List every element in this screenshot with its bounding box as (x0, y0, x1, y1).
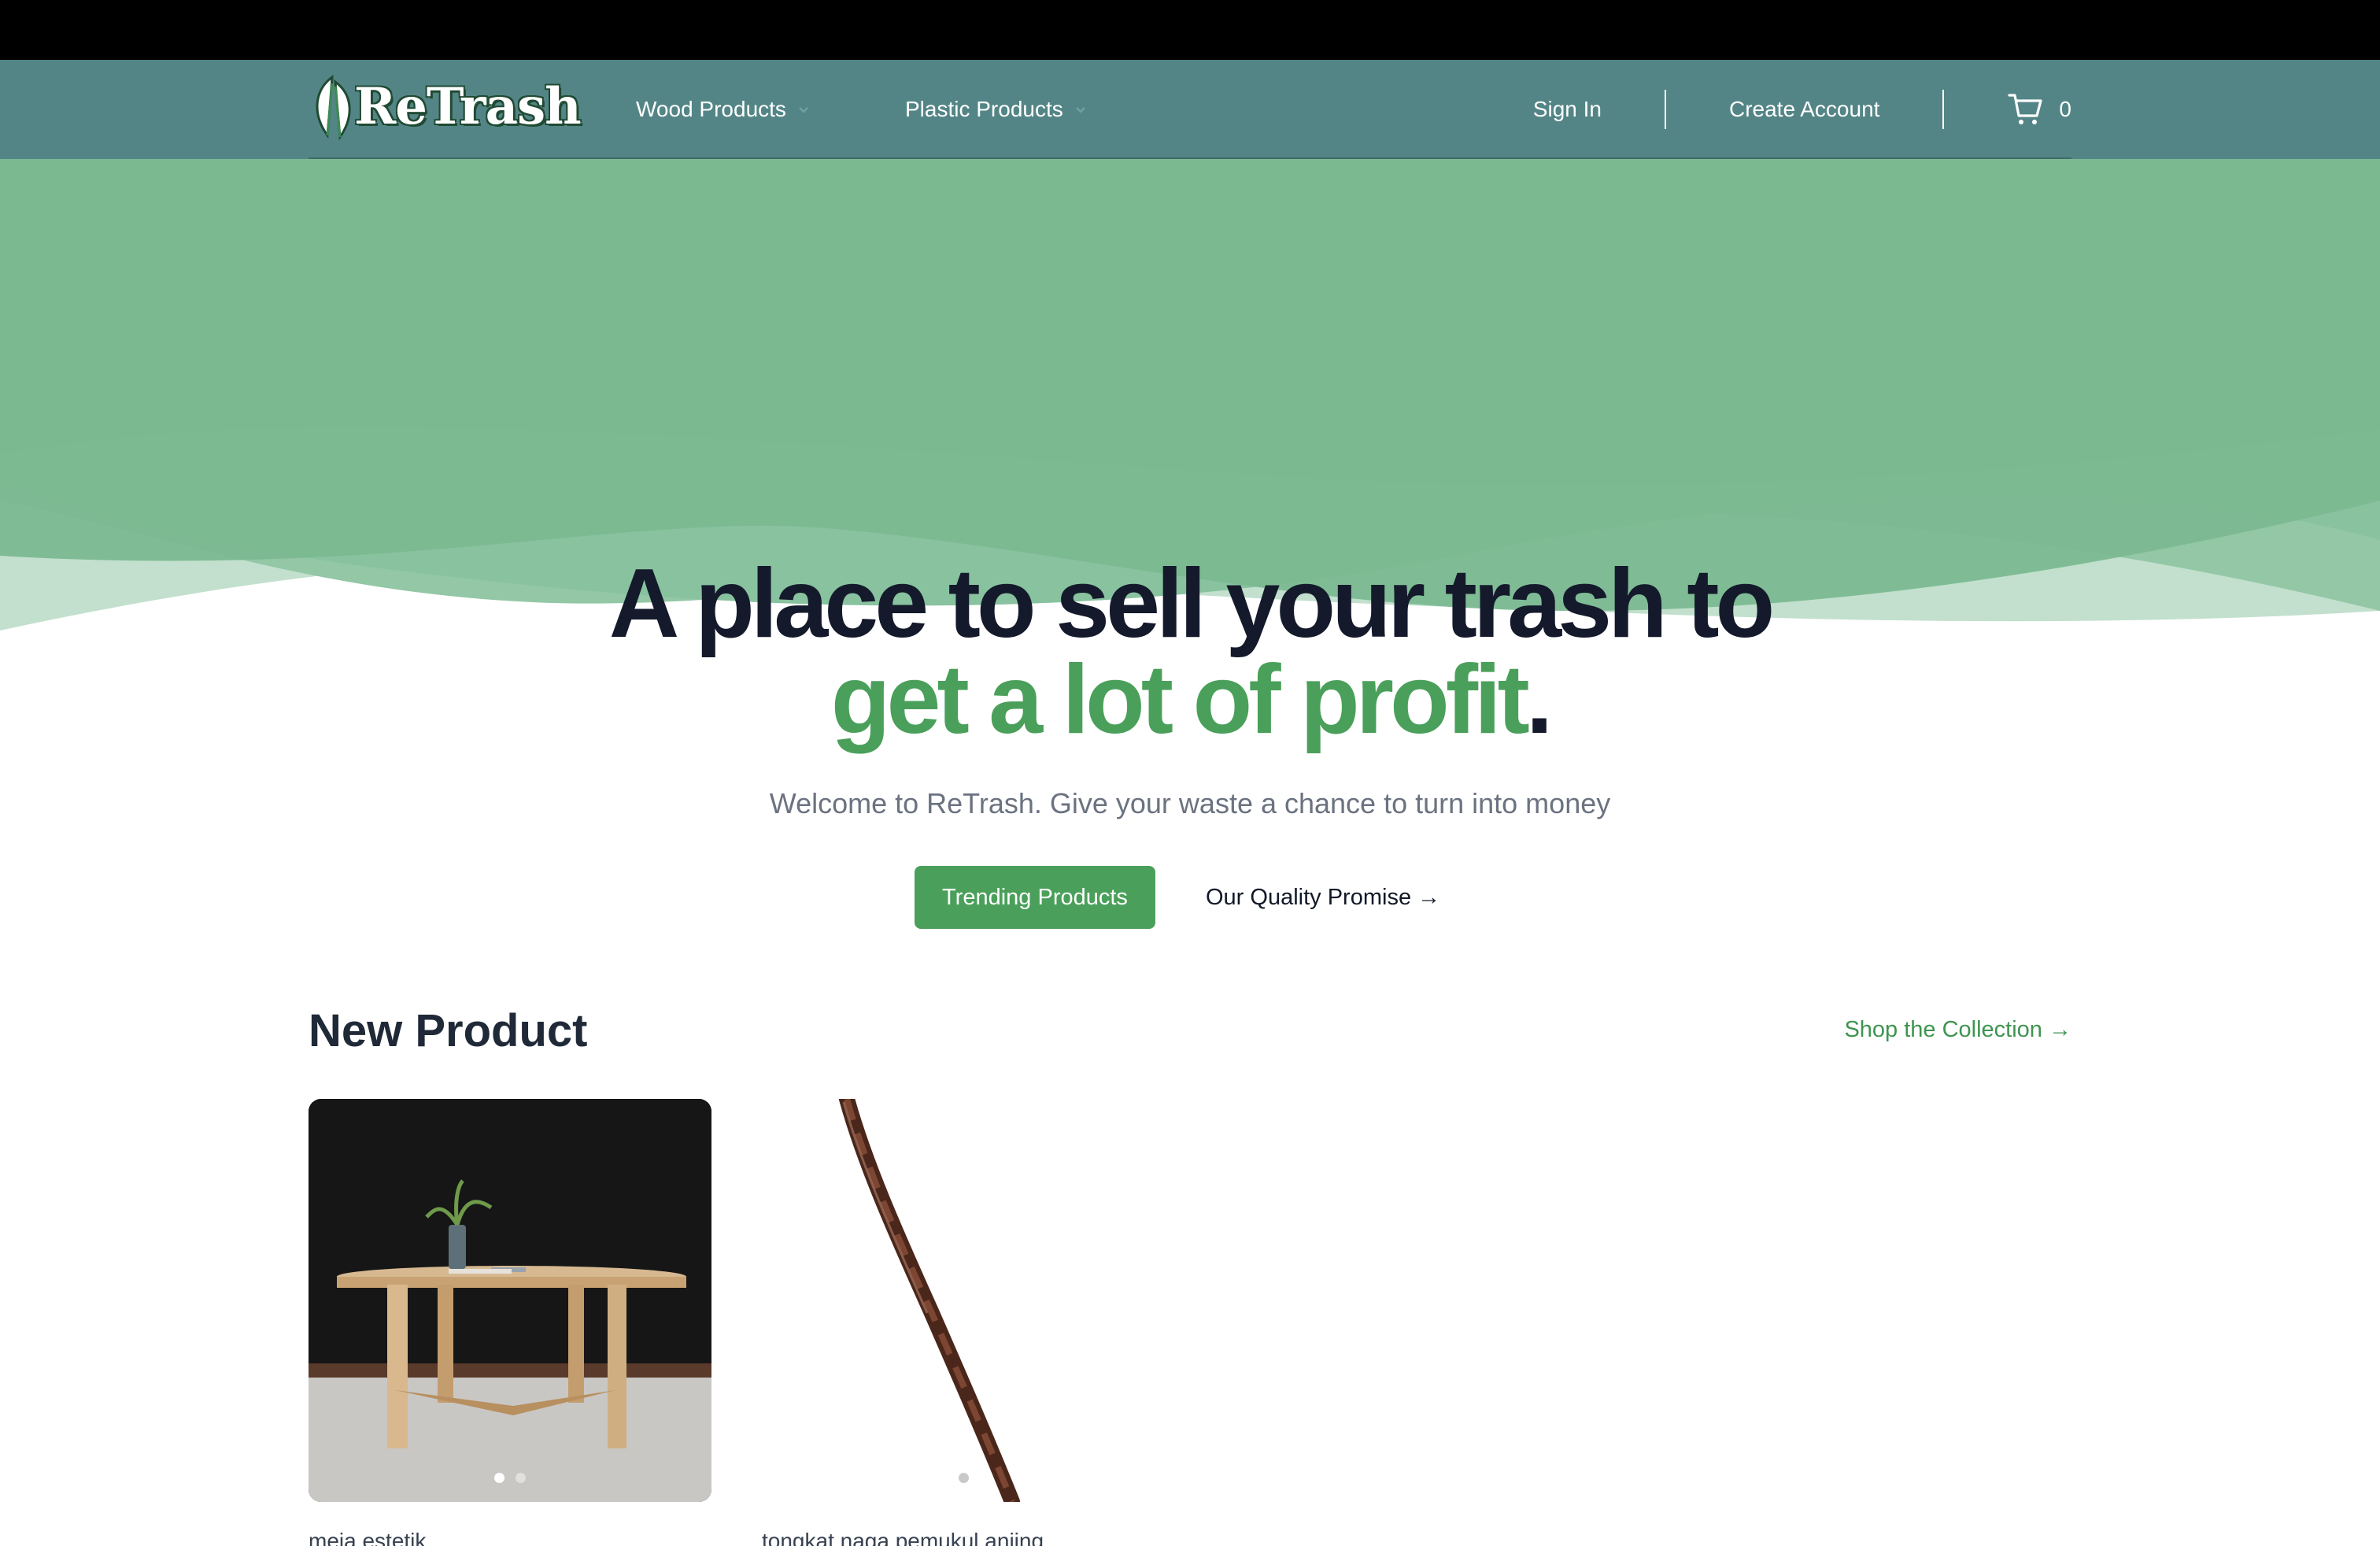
product-image[interactable] (309, 1099, 711, 1502)
wood-products-menu[interactable]: Wood Products (636, 60, 811, 159)
account-nav: Sign In Create Account 0 (1533, 60, 2071, 159)
product-name[interactable]: tongkat naga pemukul anjing (762, 1529, 1044, 1546)
walking-stick-image (839, 1099, 1020, 1502)
browser-top-bar (0, 0, 2380, 60)
plastic-products-label: Plastic Products (905, 97, 1063, 121)
cart-count: 0 (2059, 97, 2071, 121)
retrash-logo[interactable]: ReTrash (309, 66, 582, 145)
chevron-down-icon (799, 107, 808, 113)
headline-highlight: get a lot of profit (830, 645, 1530, 754)
nav-divider (1942, 90, 1945, 129)
product-card[interactable]: meja estetik (309, 1099, 711, 1546)
wooden-table-image (309, 1099, 711, 1502)
shopping-cart-icon (2008, 94, 2043, 124)
carousel-dot[interactable] (958, 1473, 969, 1483)
nav-divider (1664, 90, 1666, 129)
carousel-dot[interactable] (494, 1473, 504, 1483)
nav-container: ReTrash Wood Products Plastic Products S… (309, 60, 2071, 159)
wood-products-label: Wood Products (636, 97, 786, 121)
create-account-link[interactable]: Create Account (1729, 97, 1879, 122)
headline-period: . (1525, 645, 1554, 754)
product-image[interactable] (762, 1099, 1165, 1502)
hero-subtitle: Welcome to ReTrash. Give your waste a ch… (769, 787, 1611, 819)
headline-line-1: A place to sell your trash to (608, 549, 1776, 658)
sign-in-link[interactable]: Sign In (1533, 97, 1602, 122)
product-card[interactable]: tongkat naga pemukul anjing (762, 1099, 1165, 1546)
quality-promise-link[interactable]: Our Quality Promise → (1206, 866, 1440, 929)
hero-headline: A place to sell your trash to get a lot … (0, 555, 2380, 749)
new-product-heading: New Product (309, 1005, 588, 1056)
image-carousel-dots (309, 1473, 711, 1483)
shop-collection-link[interactable]: Shop the Collection → (1844, 1017, 2071, 1043)
plastic-products-menu[interactable]: Plastic Products (905, 60, 1088, 159)
chevron-down-icon (1075, 107, 1085, 113)
logo-text: ReTrash (354, 77, 582, 136)
leaf-logo-icon (316, 74, 351, 140)
top-navigation: ReTrash Wood Products Plastic Products S… (0, 60, 2380, 159)
cart-button[interactable]: 0 (2007, 91, 2071, 128)
trending-products-button[interactable]: Trending Products (915, 866, 1155, 929)
product-name[interactable]: meja estetik (309, 1529, 426, 1546)
carousel-dot[interactable] (516, 1473, 526, 1483)
image-carousel-dots (762, 1473, 1165, 1483)
